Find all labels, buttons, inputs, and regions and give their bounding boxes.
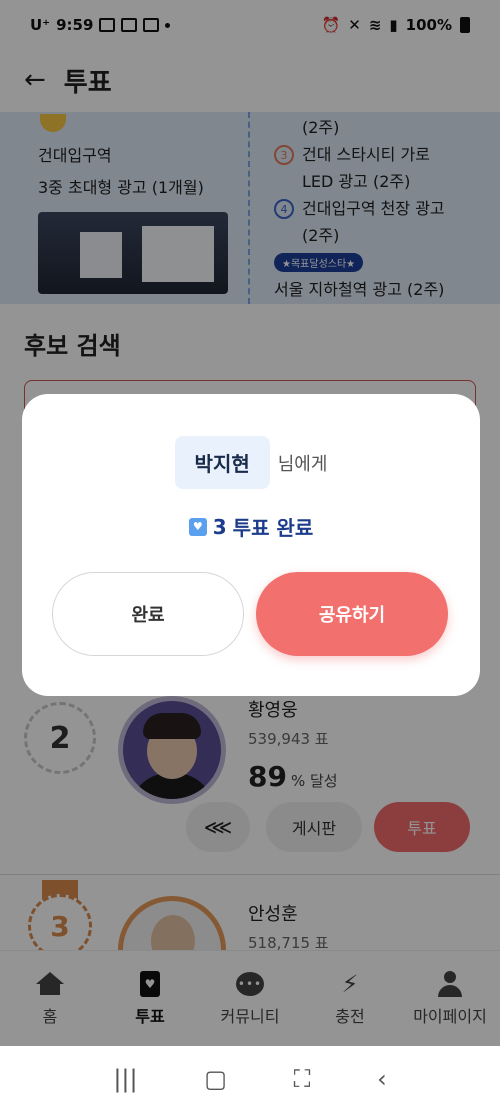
back-system-icon[interactable]: ‹ xyxy=(377,1065,387,1093)
heart-icon: ♥ xyxy=(188,517,207,536)
screenshot-icon[interactable]: ⛶ xyxy=(294,1065,311,1093)
complete-button[interactable]: 완료 xyxy=(52,572,244,656)
vote-complete-dialog: 박지현 님에게 ♥ 3 투표 완료 완료 공유하기 xyxy=(22,394,480,696)
recent-apps-icon[interactable]: ||| xyxy=(113,1065,137,1093)
recipient-suffix: 님에게 xyxy=(277,453,328,475)
recipient-name: 박지현 xyxy=(174,436,270,489)
recipient-row: 박지현 님에게 xyxy=(22,436,480,489)
vote-count: 3 xyxy=(212,514,227,539)
home-system-icon[interactable]: ▢ xyxy=(204,1065,227,1093)
system-navigation-bar: ||| ▢ ⛶ ‹ xyxy=(0,1046,500,1111)
vote-result: ♥ 3 투표 완료 xyxy=(22,512,480,541)
vote-done-label: 투표 완료 xyxy=(232,516,314,540)
share-vote-button[interactable]: 공유하기 xyxy=(256,572,448,656)
